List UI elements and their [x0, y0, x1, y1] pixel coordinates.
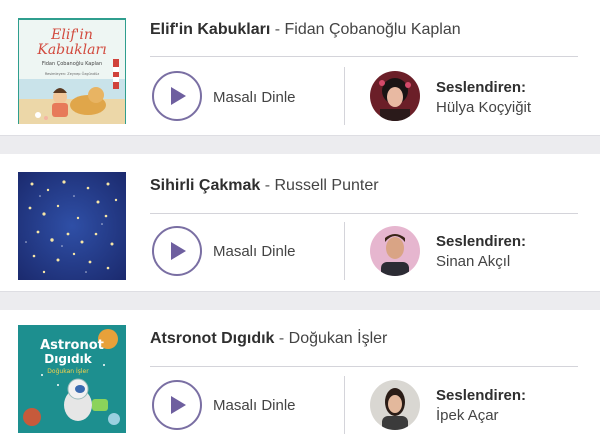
narrator-name: İpek Açar	[436, 407, 499, 424]
narrator-avatar	[370, 380, 420, 430]
title-separator: -	[260, 177, 275, 194]
svg-text:Astronot: Astronot	[40, 338, 104, 353]
cover-illustration	[18, 172, 126, 280]
cover-illustration: Elif'in Kabukları Fidan Çobanoğlu Kaplan…	[18, 18, 126, 124]
svg-text:Fidan Çobanoğlu Kaplan: Fidan Çobanoğlu Kaplan	[42, 60, 102, 67]
listen-label[interactable]: Masalı Dinle	[213, 243, 296, 260]
listen-label[interactable]: Masalı Dinle	[213, 397, 296, 414]
book-cover-elifin-kabuklari[interactable]: Elif'in Kabukları Fidan Çobanoğlu Kaplan…	[18, 18, 126, 124]
title-separator: -	[274, 330, 289, 347]
story-author: Doğukan İşler	[288, 330, 388, 347]
story-author: Russell Punter	[274, 177, 379, 194]
divider	[150, 213, 578, 214]
narrator-name: Hülya Koçyiğit	[436, 99, 532, 116]
title-separator: -	[270, 21, 285, 38]
play-button[interactable]	[152, 226, 202, 276]
story-title[interactable]: Elif'in Kabukları	[150, 21, 270, 38]
story-title-line: Elif'in Kabukları - Fidan Çobanoğlu Kapl…	[150, 21, 461, 39]
svg-text:Kabukları: Kabukları	[36, 42, 106, 58]
narrator-avatar	[370, 226, 420, 276]
story-card: Elif'in Kabukları Fidan Çobanoğlu Kaplan…	[0, 0, 600, 136]
story-card: Astronot Dıgıdık Doğukan İşler Atsronot …	[0, 310, 600, 448]
play-icon	[171, 396, 186, 414]
play-icon	[171, 242, 186, 260]
svg-text:Elif'in: Elif'in	[50, 27, 93, 43]
story-card: Sihirli Çakmak - Russell Punter Masalı D…	[0, 154, 600, 292]
svg-text:Dıgıdık: Dıgıdık	[44, 352, 92, 366]
listen-label[interactable]: Masalı Dinle	[213, 89, 296, 106]
play-button[interactable]	[152, 71, 202, 121]
narrator-label: Seslendiren:	[436, 79, 527, 96]
svg-text:Doğukan İşler: Doğukan İşler	[47, 368, 89, 375]
vertical-divider	[344, 67, 345, 125]
book-cover-sihirli-cakmak[interactable]	[18, 172, 126, 280]
narrator-label: Seslendiren:	[436, 233, 527, 250]
svg-text:Resimleyen: Zeynep Özgündüz: Resimleyen: Zeynep Özgündüz	[45, 71, 100, 76]
book-cover-astronot-digidik[interactable]: Astronot Dıgıdık Doğukan İşler	[18, 325, 126, 433]
story-title[interactable]: Sihirli Çakmak	[150, 177, 260, 194]
play-button[interactable]	[152, 380, 202, 430]
story-author: Fidan Çobanoğlu Kaplan	[284, 21, 461, 38]
divider	[150, 366, 578, 367]
divider	[150, 56, 578, 57]
narrator-avatar	[370, 71, 420, 121]
cover-illustration: Astronot Dıgıdık Doğukan İşler	[18, 325, 126, 433]
story-title-line: Atsronot Dıgıdık - Doğukan İşler	[150, 330, 387, 348]
story-title-line: Sihirli Çakmak - Russell Punter	[150, 177, 379, 195]
narrator-label: Seslendiren:	[436, 387, 527, 404]
vertical-divider	[344, 376, 345, 434]
play-icon	[171, 87, 186, 105]
narrator-name: Sinan Akçıl	[436, 253, 511, 270]
story-title[interactable]: Atsronot Dıgıdık	[150, 330, 274, 347]
vertical-divider	[344, 222, 345, 280]
